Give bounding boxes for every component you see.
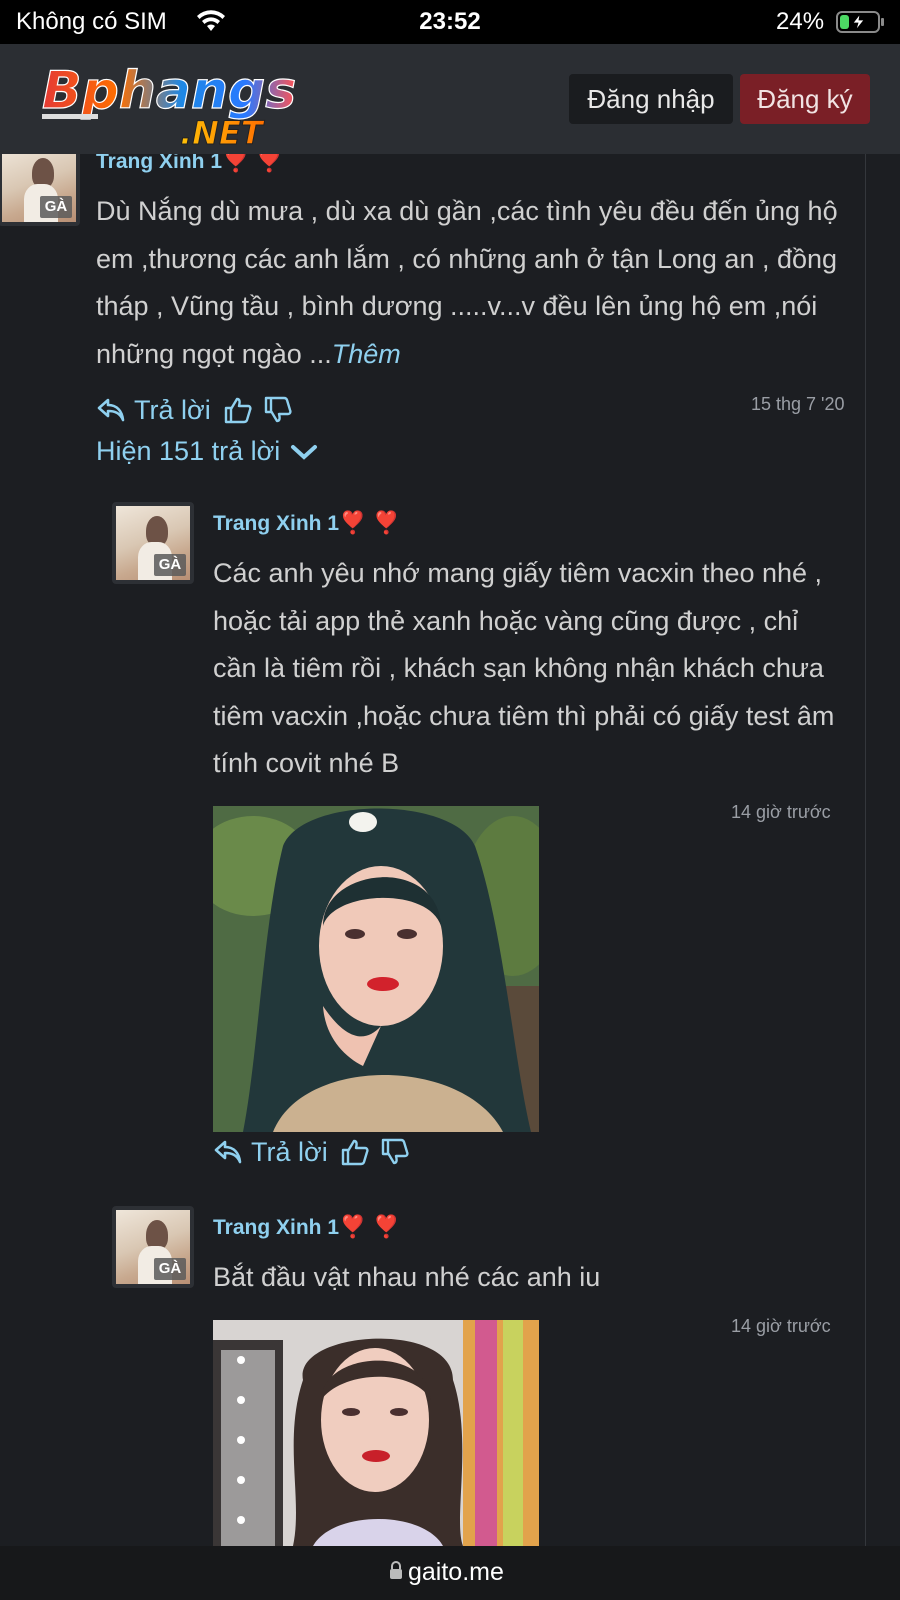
logo-subtext: .NET	[180, 114, 265, 150]
reply-actions: Trả lời	[213, 1134, 420, 1170]
right-rail	[866, 154, 900, 1546]
url-text: gaito.me	[408, 1558, 504, 1586]
heart-emoji: ❣️ ❣️	[339, 1214, 400, 1239]
reply-icon[interactable]	[96, 395, 126, 425]
show-replies-label: Hiện 151 trả lời	[96, 436, 281, 466]
reply-photo[interactable]	[213, 806, 539, 1132]
battery-percentage: 24%	[776, 8, 825, 35]
comment-author[interactable]: Trang Xinh 1❣️ ❣️	[96, 154, 283, 174]
browser-address-bar[interactable]: gaito.me	[0, 1546, 900, 1600]
user-rank-badge: GÀ	[40, 196, 72, 218]
site-header: Bphangs .NET Đăng nhập Đăng ký	[0, 44, 900, 154]
comment-text: Dù Nắng dù mưa , dù xa dù gần ,các tình …	[96, 188, 846, 378]
reply-button[interactable]: Trả lời	[251, 1137, 328, 1168]
comment-thread: GÀ Trang Xinh 1❣️ ❣️ Dù Nắng dù mưa , dù…	[0, 154, 866, 1546]
battery-icon	[836, 11, 884, 33]
signup-button[interactable]: Đăng ký	[740, 74, 870, 124]
avatar[interactable]: GÀ	[112, 502, 194, 584]
reply-author[interactable]: Trang Xinh 1❣️ ❣️	[213, 1214, 400, 1240]
heart-emoji: ❣️ ❣️	[339, 510, 400, 535]
reply-icon[interactable]	[213, 1137, 243, 1167]
comment-actions: Trả lời	[96, 392, 303, 428]
thumbs-down-icon[interactable]	[380, 1137, 410, 1167]
comment-timestamp: 15 thg 7 '20	[751, 394, 845, 414]
reply-timestamp: 14 giờ trước	[731, 1316, 831, 1336]
thumbs-up-icon[interactable]	[223, 395, 253, 425]
thumbs-down-icon[interactable]	[263, 395, 293, 425]
login-button[interactable]: Đăng nhập	[569, 74, 733, 124]
reply-timestamp: 14 giờ trước	[731, 802, 831, 822]
author-name: Trang Xinh 1	[213, 512, 340, 535]
user-rank-badge: GÀ	[154, 554, 186, 576]
thumbs-up-icon[interactable]	[340, 1137, 370, 1167]
reply-author[interactable]: Trang Xinh 1❣️ ❣️	[213, 510, 400, 536]
user-rank-badge: GÀ	[154, 1258, 186, 1280]
more-link[interactable]: Thêm	[332, 339, 401, 369]
heart-emoji: ❣️ ❣️	[222, 154, 283, 173]
site-logo[interactable]: Bphangs .NET	[40, 58, 320, 150]
author-name: Trang Xinh 1	[96, 154, 223, 173]
reply-text: Các anh yêu nhớ mang giấy tiêm vacxin th…	[213, 558, 835, 778]
chevron-down-icon	[291, 444, 318, 460]
comment-body: Dù Nắng dù mưa , dù xa dù gần ,các tình …	[96, 196, 838, 369]
reply-photo[interactable]	[213, 1320, 539, 1546]
lock-icon	[390, 1561, 402, 1579]
author-name: Trang Xinh 1	[213, 1216, 340, 1239]
reply-button[interactable]: Trả lời	[134, 395, 211, 426]
avatar[interactable]: GÀ	[0, 154, 80, 226]
show-replies-toggle[interactable]: Hiện 151 trả lời	[96, 436, 318, 467]
logo-text: Bphangs	[42, 61, 296, 121]
reply-text: Bắt đầu vật nhau nhé các anh iu	[213, 1262, 601, 1292]
avatar[interactable]: GÀ	[112, 1206, 194, 1288]
status-bar: Không có SIM 23:52 24%	[0, 0, 900, 44]
clock: 23:52	[419, 8, 481, 35]
